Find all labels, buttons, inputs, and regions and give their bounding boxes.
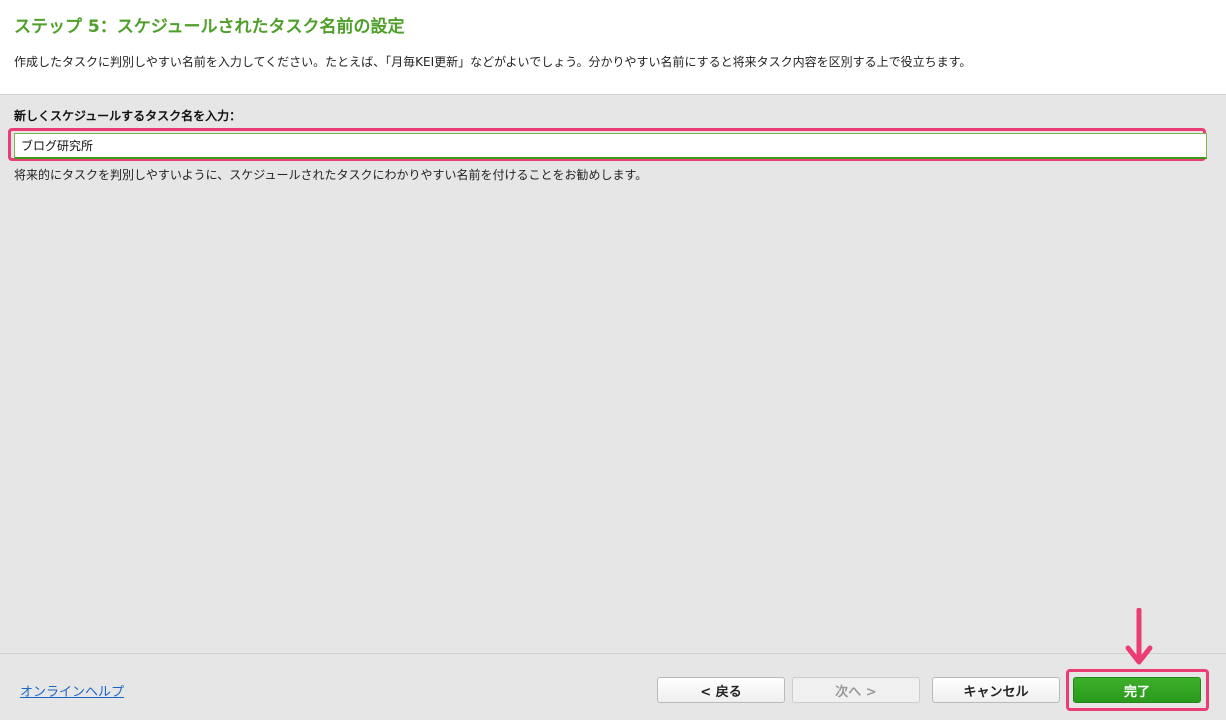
step-description: 作成したタスクに判別しやすい名前を入力してください。たとえば、「月毎KEI更新」…: [14, 55, 972, 69]
back-button[interactable]: < 戻る: [657, 677, 785, 703]
footer-divider: [0, 653, 1226, 654]
task-name-input[interactable]: [14, 133, 1207, 159]
finish-button[interactable]: 完了: [1073, 677, 1201, 703]
cancel-button[interactable]: キャンセル: [932, 677, 1060, 703]
task-name-hint: 将来的にタスクを判別しやすいように、スケジュールされたタスクにわかりやすい名前を…: [14, 168, 648, 182]
next-button: 次へ >: [792, 677, 920, 703]
step-title: ステップ 5：スケジュールされたタスク名前の設定: [14, 17, 405, 37]
wizard-header: ステップ 5：スケジュールされたタスク名前の設定 作成したタスクに判別しやすい名…: [0, 0, 1226, 95]
online-help-link[interactable]: オンラインヘルプ: [20, 681, 124, 700]
task-name-label: 新しくスケジュールするタスク名を入力：: [14, 109, 242, 123]
down-arrow-icon: [1125, 608, 1153, 665]
task-name-wizard-page: ステップ 5：スケジュールされたタスク名前の設定 作成したタスクに判別しやすい名…: [0, 0, 1226, 720]
